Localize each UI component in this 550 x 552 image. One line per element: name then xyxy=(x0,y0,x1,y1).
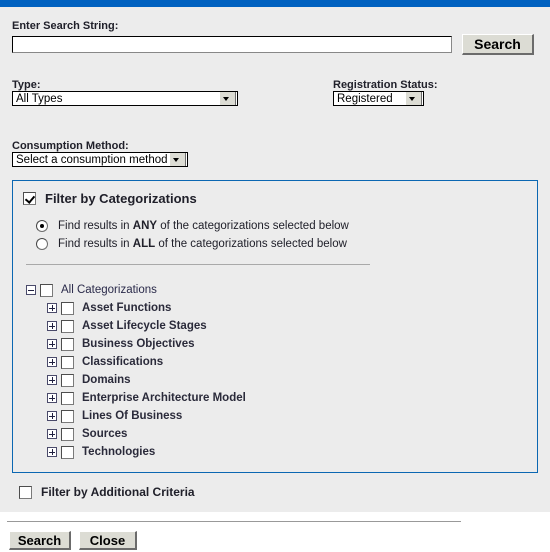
tree-row[interactable]: Classifications xyxy=(26,353,246,371)
expand-icon[interactable] xyxy=(47,393,57,403)
tree-label: Asset Functions xyxy=(82,302,172,314)
tree-row-root[interactable]: All Categorizations xyxy=(26,281,246,299)
expand-icon[interactable] xyxy=(47,375,57,385)
tree-label: Lines Of Business xyxy=(82,410,183,422)
radio-all-suffix: of the categorizations selected below xyxy=(155,238,347,250)
close-button[interactable]: Close xyxy=(79,531,137,550)
tree-label-all-categorizations: All Categorizations xyxy=(61,284,157,296)
tree-checkbox[interactable] xyxy=(61,409,74,423)
tree-label: Classifications xyxy=(82,356,164,368)
tree-row[interactable]: Sources xyxy=(26,425,246,443)
expand-icon[interactable] xyxy=(47,357,57,367)
chevron-down-icon[interactable] xyxy=(219,92,236,105)
tree-checkbox[interactable] xyxy=(61,301,74,315)
consumption-method-select-value: Select a consumption method xyxy=(16,153,168,166)
radio-match-all[interactable] xyxy=(36,238,48,250)
radio-all-prefix: Find results in xyxy=(58,238,133,250)
filter-by-categorizations-checkbox[interactable] xyxy=(23,192,36,205)
chevron-down-icon[interactable] xyxy=(169,153,186,166)
footer-divider xyxy=(7,521,461,522)
tree-checkbox[interactable] xyxy=(61,337,74,351)
radio-row-all[interactable]: Find results in ALL of the categorizatio… xyxy=(36,238,347,250)
categorizations-tree: All Categorizations Asset Functions Asse… xyxy=(26,281,246,461)
tree-row[interactable]: Technologies xyxy=(26,443,246,461)
search-button-top[interactable]: Search xyxy=(462,34,534,55)
consumption-method-label: Consumption Method: xyxy=(12,140,129,152)
radio-match-any[interactable] xyxy=(36,220,48,232)
radio-any-suffix: of the categorizations selected below xyxy=(157,220,349,232)
chevron-down-icon[interactable] xyxy=(405,92,422,105)
tree-checkbox-all-categorizations[interactable] xyxy=(40,283,53,297)
registration-status-select[interactable]: Registered xyxy=(333,91,424,106)
type-select[interactable]: All Types xyxy=(12,91,238,106)
radio-match-any-label: Find results in ANY of the categorizatio… xyxy=(58,220,349,232)
tree-label: Sources xyxy=(82,428,128,440)
radio-any-emphasis: ANY xyxy=(132,220,158,232)
type-label: Type: xyxy=(12,79,41,91)
tree-row[interactable]: Lines Of Business xyxy=(26,407,246,425)
tree-checkbox[interactable] xyxy=(61,427,74,441)
tree-checkbox[interactable] xyxy=(61,355,74,369)
filter-by-additional-criteria-label: Filter by Additional Criteria xyxy=(41,485,195,499)
search-input[interactable] xyxy=(12,36,452,53)
tree-checkbox[interactable] xyxy=(61,391,74,405)
filter-by-additional-criteria-row[interactable]: Filter by Additional Criteria xyxy=(19,485,195,499)
expand-icon[interactable] xyxy=(47,339,57,349)
tree-row[interactable]: Enterprise Architecture Model xyxy=(26,389,246,407)
top-accent-bar xyxy=(0,0,550,7)
registration-status-select-value: Registered xyxy=(337,92,393,105)
tree-checkbox[interactable] xyxy=(61,319,74,333)
expand-icon[interactable] xyxy=(47,303,57,313)
search-form-panel: Enter Search String: Search Type: All Ty… xyxy=(0,7,550,512)
filter-by-categorizations-panel: Filter by Categorizations Find results i… xyxy=(12,180,538,473)
tree-checkbox[interactable] xyxy=(61,445,74,459)
tree-label: Business Objectives xyxy=(82,338,195,350)
radio-match-all-label: Find results in ALL of the categorizatio… xyxy=(58,238,347,250)
expand-icon[interactable] xyxy=(47,429,57,439)
expand-icon[interactable] xyxy=(47,411,57,421)
search-button-bottom[interactable]: Search xyxy=(9,531,71,550)
type-select-value: All Types xyxy=(16,92,63,105)
tree-label: Domains xyxy=(82,374,131,386)
divider xyxy=(26,264,370,265)
radio-any-prefix: Find results in xyxy=(58,220,133,232)
filter-by-categorizations-label: Filter by Categorizations xyxy=(45,191,197,206)
search-string-label: Enter Search String: xyxy=(12,20,119,32)
tree-row[interactable]: Asset Functions xyxy=(26,299,246,317)
tree-checkbox[interactable] xyxy=(61,373,74,387)
filter-by-categorizations-header[interactable]: Filter by Categorizations xyxy=(23,191,197,206)
expand-icon[interactable] xyxy=(47,447,57,457)
tree-row[interactable]: Asset Lifecycle Stages xyxy=(26,317,246,335)
radio-row-any[interactable]: Find results in ANY of the categorizatio… xyxy=(36,220,349,232)
tree-row[interactable]: Business Objectives xyxy=(26,335,246,353)
registration-status-label: Registration Status: xyxy=(333,79,438,91)
tree-label: Technologies xyxy=(82,446,156,458)
tree-row[interactable]: Domains xyxy=(26,371,246,389)
collapse-icon[interactable] xyxy=(26,285,36,295)
filter-by-additional-criteria-checkbox[interactable] xyxy=(19,485,32,499)
consumption-method-select[interactable]: Select a consumption method xyxy=(12,152,188,167)
expand-icon[interactable] xyxy=(47,321,57,331)
tree-label: Enterprise Architecture Model xyxy=(82,392,246,404)
tree-label: Asset Lifecycle Stages xyxy=(82,320,207,332)
radio-all-emphasis: ALL xyxy=(132,238,156,250)
